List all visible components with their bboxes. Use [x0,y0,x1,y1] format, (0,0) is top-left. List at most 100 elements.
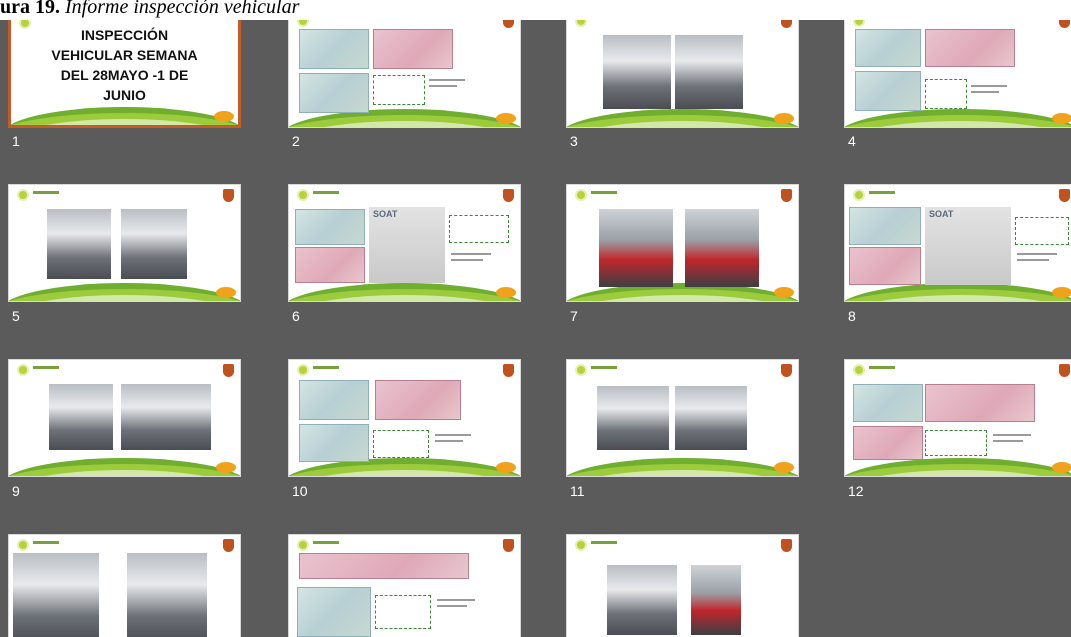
license-document-image [853,384,923,422]
company-logo-icon [17,189,29,201]
slide-number: 9 [12,483,20,499]
slide-number: 7 [570,308,578,324]
shield-icon [781,189,792,202]
slide-number: 10 [292,483,308,499]
text-line [451,259,483,261]
license-document-image [849,207,921,245]
caption-label: ura 19. [0,0,60,18]
company-logo-icon [297,189,309,201]
driver-info-box [1015,217,1069,245]
soat-document-image: SOAT [369,207,445,283]
slide-thumbnail-1[interactable]: INSPECCIÓN VEHICULAR SEMANA DEL 28MAYO -… [8,10,241,128]
slide-title-line: DEL 28MAYO -1 DE [60,67,189,83]
text-line [1017,259,1049,261]
slide-number: 12 [848,483,864,499]
text-line [451,253,491,255]
brand-badge-icon [774,113,794,124]
vehicle-photo [599,209,673,287]
brand-badge-icon [1052,287,1071,298]
slide-thumbnail-13[interactable] [8,534,241,637]
company-logo-icon [575,364,587,376]
slide-number: 3 [570,133,578,149]
driver-info-box [449,215,509,243]
slide-thumbnail-8[interactable]: SOAT [844,184,1071,302]
slide-thumbnail-15[interactable] [566,534,799,637]
vehicle-photo [691,565,741,635]
slide-number: 6 [292,308,300,324]
shield-icon [503,539,514,552]
license-document-image [299,380,369,420]
brand-badge-icon [214,111,234,122]
vehicle-photo [603,35,671,109]
company-logo-icon [853,364,865,376]
slide-thumbnail-14[interactable] [288,534,521,637]
slide-thumbnail-3[interactable] [566,10,799,128]
company-logo-icon [297,364,309,376]
slide-title-line: JUNIO [103,87,146,103]
shield-icon [1059,364,1070,377]
slide-thumbnail-6[interactable]: SOAT [288,184,521,302]
shield-icon [223,539,234,552]
slide-thumbnail-12[interactable] [844,359,1071,477]
license-document-image [853,426,923,460]
logo-text [33,191,59,194]
slide-title-line: INSPECCIÓN [80,27,169,43]
text-line [971,85,1007,87]
slide-thumbnail-9[interactable] [8,359,241,477]
company-logo-icon [575,539,587,551]
slide-number: 1 [12,133,20,149]
license-document-image [299,73,369,113]
brand-badge-icon [774,287,794,298]
slide-thumbnail-5[interactable] [8,184,241,302]
soat-label: SOAT [929,209,954,219]
soat-label: SOAT [373,209,398,219]
license-document-image [855,29,921,67]
vehicle-photo [597,386,669,450]
driver-info-box [925,79,967,109]
logo-text [33,541,59,544]
slide-thumbnail-4[interactable] [844,10,1071,128]
vehicle-photo [121,209,187,279]
shield-icon [223,364,234,377]
figure-caption: ura 19. Informe inspección vehicular [0,0,1071,20]
logo-text [869,366,895,369]
company-logo-icon [297,539,309,551]
registration-document-image [299,553,469,579]
license-document-image [299,424,369,462]
brand-badge-icon [1052,113,1071,124]
slide-number: 11 [570,483,585,499]
logo-text [313,366,339,369]
shield-icon [1059,189,1070,202]
company-logo-icon [17,364,29,376]
brand-badge-icon [496,287,516,298]
registration-document-image [849,247,921,285]
driver-info-box [373,75,425,105]
slide-thumbnail-2[interactable] [288,10,521,128]
vehicle-photo [607,565,677,635]
slide-thumbnail-11[interactable] [566,359,799,477]
company-logo-icon [575,189,587,201]
vehicle-photo [49,384,113,450]
driver-info-box [373,430,429,458]
brand-badge-icon [774,462,794,473]
registration-document-image [373,29,453,69]
brand-badge-icon [496,113,516,124]
slide-number: 5 [12,308,20,324]
company-logo-icon [853,189,865,201]
text-line [435,440,463,442]
driver-info-box [925,430,987,456]
slide-thumbnail-10[interactable] [288,359,521,477]
shield-icon [781,539,792,552]
shield-icon [503,189,514,202]
logo-text [33,366,59,369]
license-document-image [297,587,371,637]
slide-title: INSPECCIÓN VEHICULAR SEMANA DEL 28MAYO -… [11,25,238,105]
brand-badge-icon [1052,462,1071,473]
slide-thumbnail-7[interactable] [566,184,799,302]
logo-text [313,541,339,544]
slide-number: 2 [292,133,300,149]
text-line [971,91,999,93]
vehicle-photo [121,384,211,450]
caption-title: Informe inspección vehicular [60,0,300,18]
shield-icon [781,364,792,377]
